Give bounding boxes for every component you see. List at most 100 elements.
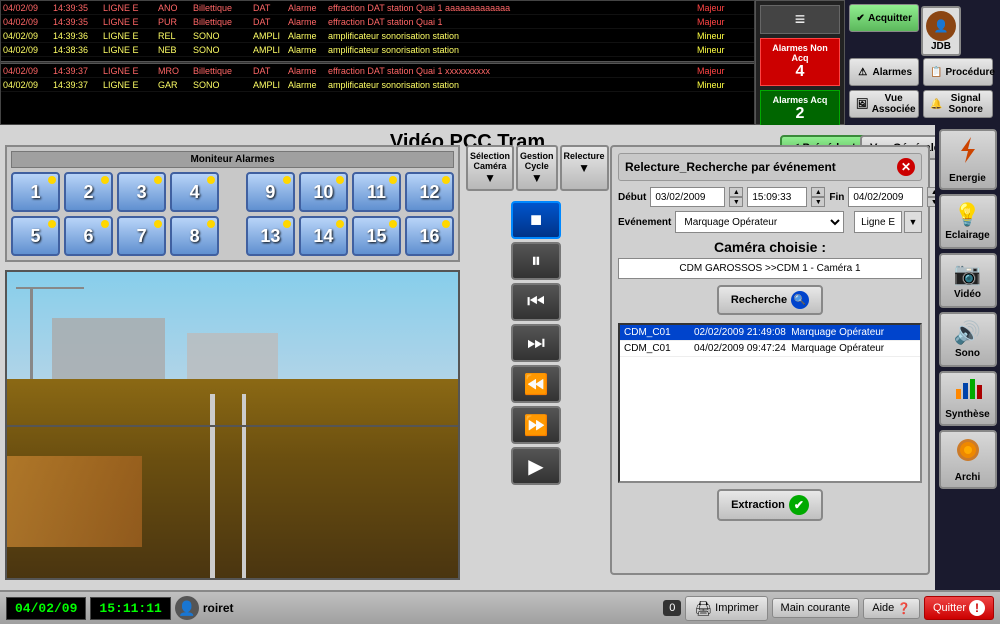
alarm-row[interactable]: 04/02/09 14:39:35 LIGNE E PUR Billettiqu… (1, 15, 754, 29)
rewind-button[interactable]: ⏪ (511, 365, 561, 403)
camera-button-16[interactable]: 16 (405, 216, 454, 256)
prev-frame-icon: ⏮ (527, 291, 545, 314)
camera-value-box: CDM GAROSSOS >>CDM 1 - Caméra 1 (618, 258, 922, 279)
sidebar-item-synthese[interactable]: Synthèse (939, 371, 997, 426)
quitter-button[interactable]: Quitter ! (924, 596, 994, 620)
transport-controls: ■ ⏸ ⏮ ⏭ ⏪ ⏩ ▶ (466, 201, 606, 485)
pause-icon: ⏸ (531, 250, 541, 273)
signal-sonore-button[interactable]: 🔔 Signal Sonore (923, 90, 993, 118)
spin-down[interactable]: ▼ (811, 197, 825, 207)
alarm-row[interactable]: 04/02/09 14:39:37 LIGNE E MRO Billettiqu… (1, 64, 754, 78)
debut-time-spinner: ▲ ▼ (811, 187, 825, 207)
graffiti-wall (7, 456, 142, 548)
camera-button-3[interactable]: 3 (117, 172, 166, 212)
alarm-row[interactable]: 04/02/09 14:39:37 LIGNE E GAR SONO AMPLI… (1, 78, 754, 92)
camera-button-5[interactable]: 5 (11, 216, 60, 256)
debut-time-input[interactable] (747, 187, 807, 207)
gestion-cycle-button[interactable]: Gestion Cycle ▼ (516, 145, 558, 191)
camera-button-15[interactable]: 15 (352, 216, 401, 256)
sidebar-item-eclairage[interactable]: 💡 Eclairage (939, 194, 997, 249)
imprimer-button[interactable]: 🖨 Imprimer (685, 596, 767, 621)
track-line-2 (242, 394, 247, 578)
fast-forward-icon: ⏩ (524, 413, 549, 438)
results-list[interactable]: CDM_C01 02/02/2009 21:49:08 Marquage Opé… (618, 323, 922, 483)
alarm-row[interactable]: 04/02/09 14:39:36 LIGNE E REL SONO AMPLI… (1, 29, 754, 43)
spin-down[interactable]: ▼ (729, 197, 743, 207)
sidebar-item-energie[interactable]: Energie (939, 129, 997, 190)
alarm-acq-count: 2 (763, 105, 837, 123)
spin-up[interactable]: ▲ (811, 187, 825, 197)
camera-button-6[interactable]: 6 (64, 216, 113, 256)
fence-line (7, 425, 458, 427)
next-frame-button[interactable]: ⏭ (511, 324, 561, 362)
alarm-rows-top: 04/02/09 14:39:35 LIGNE E ANO Billettiqu… (1, 1, 754, 61)
alarm-row[interactable]: 04/02/09 14:39:35 LIGNE E ANO Billettiqu… (1, 1, 754, 15)
result-info: 04/02/2009 09:47:24 Marquage Opérateur (694, 343, 916, 354)
pause-button[interactable]: ⏸ (511, 242, 561, 280)
alarmes-button[interactable]: ⚠ Alarmes (849, 58, 919, 86)
sidebar-item-sono[interactable]: 🔊 Sono (939, 312, 997, 367)
camera-button-7[interactable]: 7 (117, 216, 166, 256)
alarm-top-area: 04/02/09 14:39:35 LIGNE E ANO Billettiqu… (0, 0, 755, 125)
sidebar-item-archi[interactable]: Archi (939, 430, 997, 489)
evenement-row: Evénement Marquage Opérateur Ligne E ▼ (618, 211, 922, 233)
bottom-date: 04/02/09 (6, 597, 86, 620)
right-sidebar: Energie 💡 Eclairage 📷 Vidéo 🔊 Sono Synth… (935, 125, 1000, 590)
result-row[interactable]: CDM_C01 02/02/2009 21:49:08 Marquage Opé… (620, 325, 920, 341)
camera-button-2[interactable]: 2 (64, 172, 113, 212)
camera-button-10[interactable]: 10 (299, 172, 348, 212)
close-button[interactable]: ✕ (897, 158, 915, 176)
camera-grid: Moniteur Alarmes 1 2 3 4 9 10 11 12 5 6 … (5, 145, 460, 262)
signal-icon: 🔔 (930, 95, 942, 113)
archi-icon (954, 436, 982, 470)
ligne-dropdown-arrow[interactable]: ▼ (904, 211, 922, 233)
alarm-row[interactable]: 04/02/09 14:38:36 LIGNE E NEB SONO AMPLI… (1, 43, 754, 57)
play-button[interactable]: ▶ (511, 447, 561, 485)
evenement-select[interactable]: Marquage Opérateur (675, 211, 844, 233)
spin-up[interactable]: ▲ (729, 187, 743, 197)
vue-icon: 🖼 (856, 95, 869, 113)
main-courante-button[interactable]: Main courante (772, 598, 860, 618)
result-row[interactable]: CDM_C01 04/02/2009 09:47:24 Marquage Opé… (620, 341, 920, 357)
relecture-header: Relecture_Recherche par événement ✕ (618, 153, 922, 181)
recherche-container: Recherche 🔍 (618, 285, 922, 315)
ligne-dropdown-container: Ligne E ▼ (854, 211, 922, 233)
camera-button-12[interactable]: 12 (405, 172, 454, 212)
extraction-button[interactable]: Extraction ✔ (717, 489, 823, 521)
alarm-acq-label: Alarmes Acq (763, 95, 837, 105)
crane-pole (30, 287, 33, 379)
camera-button-1[interactable]: 1 (11, 172, 60, 212)
alarm-menu-icon[interactable]: ≡ (760, 5, 840, 34)
printer-icon: 🖨 (694, 600, 712, 617)
camera-rows: 1 2 3 4 9 10 11 12 5 6 7 8 13 14 15 16 (11, 172, 454, 256)
alarm-nonacq-box[interactable]: Alarmes Non Acq 4 (760, 38, 840, 86)
aide-button[interactable]: Aide ❓ (863, 598, 920, 619)
rewind-icon: ⏪ (524, 372, 549, 397)
debut-date-input[interactable] (650, 187, 725, 207)
camera-button-11[interactable]: 11 (352, 172, 401, 212)
eclairage-icon: 💡 (954, 202, 981, 228)
selection-camera-button[interactable]: Sélection Caméra ▼ (466, 145, 514, 191)
camera-button-8[interactable]: 8 (170, 216, 219, 256)
camera-button-9[interactable]: 9 (246, 172, 295, 212)
acquitter-button[interactable]: ✔ Acquitter (849, 4, 919, 32)
camera-button-14[interactable]: 14 (299, 216, 348, 256)
vue-associee-button[interactable]: 🖼 Vue Associée (849, 90, 919, 118)
fast-forward-button[interactable]: ⏩ (511, 406, 561, 444)
debut-row: Début ▲ ▼ ▲ ▼ Fin ▲ ▼ ▲ ▼ (618, 187, 922, 207)
stop-button[interactable]: ■ (511, 201, 561, 239)
camera-button-13[interactable]: 13 (246, 216, 295, 256)
prev-frame-button[interactable]: ⏮ (511, 283, 561, 321)
sidebar-item-video[interactable]: 📷 Vidéo (939, 253, 997, 308)
camera-button-4[interactable]: 4 (170, 172, 219, 212)
recherche-button[interactable]: Recherche 🔍 (717, 285, 823, 315)
fin-date-input[interactable] (848, 187, 923, 207)
procedure-button[interactable]: 📋 Procédure (923, 58, 993, 86)
stop-icon: ■ (530, 209, 542, 232)
debut-date-spinner: ▲ ▼ (729, 187, 743, 207)
alarm-rows-bottom: 04/02/09 14:39:37 LIGNE E MRO Billettiqu… (1, 64, 754, 94)
cam-gap (223, 216, 242, 256)
alarm-acq-box[interactable]: Alarmes Acq 2 (760, 90, 840, 128)
relecture-button[interactable]: Relecture ▼ (560, 145, 609, 191)
play-icon: ▶ (528, 454, 543, 479)
